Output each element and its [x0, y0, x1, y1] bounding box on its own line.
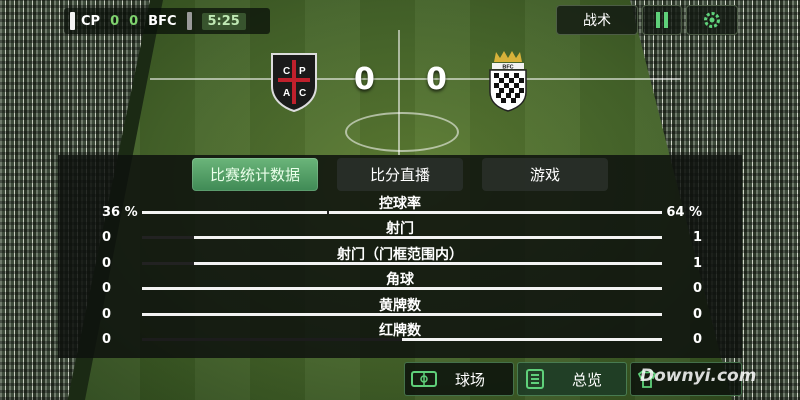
- home-color-bar: [70, 12, 75, 30]
- mini-scoreboard: CP 0 0 BFC 5:25: [64, 8, 270, 34]
- tab-match-stats[interactable]: 比赛统计数据: [192, 158, 318, 191]
- stat-row: 红牌数 0 0: [58, 323, 742, 349]
- tab-live-score[interactable]: 比分直播: [337, 158, 463, 191]
- pause-button[interactable]: [642, 5, 682, 35]
- list-icon: [526, 369, 544, 389]
- crest-letter: P: [299, 66, 306, 77]
- tactics-button[interactable]: 战术: [556, 5, 638, 35]
- crest-letter: C: [299, 88, 306, 99]
- home-crest: C P A C: [270, 52, 318, 113]
- stat-label: 控球率: [379, 196, 421, 212]
- stat-home-value: 0: [102, 332, 112, 347]
- pause-icon: [656, 12, 668, 28]
- settings-button[interactable]: [686, 5, 738, 35]
- home-score: 0: [354, 62, 375, 97]
- match-stats-panel: 比赛统计数据 比分直播 游戏 控球率 36 % 64 % 射门 0 1 射门（门框范围内） 0…: [58, 155, 742, 358]
- pitch-icon: [411, 371, 437, 387]
- away-color-bar: [186, 12, 192, 30]
- stat-label: 射门: [386, 221, 414, 238]
- crest-letter: C: [283, 66, 290, 77]
- stat-label: 角球: [386, 272, 414, 289]
- away-goals: 0: [129, 13, 139, 29]
- pitch-view-label: 球场: [455, 370, 486, 389]
- stat-label: 射门（门框范围内）: [337, 246, 463, 263]
- watermark: Downyi.com: [640, 366, 757, 386]
- overview-label: 总览: [572, 370, 603, 389]
- tab-label: 游戏: [529, 166, 560, 184]
- stat-away-value: 0: [692, 332, 702, 347]
- overview-button[interactable]: 总览: [517, 362, 627, 396]
- tab-label: 比赛统计数据: [209, 166, 300, 184]
- pitch-line: [150, 78, 680, 80]
- tab-label: 比分直播: [369, 166, 430, 184]
- tactics-label: 战术: [583, 13, 611, 29]
- home-goals: 0: [110, 13, 120, 29]
- tab-game[interactable]: 游戏: [482, 158, 608, 191]
- away-crest: BFC: [484, 48, 532, 114]
- stat-label: 红牌数: [379, 323, 421, 339]
- stat-label: 黄牌数: [379, 297, 421, 314]
- match-clock: 5:25: [201, 12, 246, 30]
- home-team-abbr: CP: [81, 13, 101, 29]
- crest-letter: A: [283, 88, 290, 99]
- gear-icon: [704, 12, 720, 28]
- away-team-abbr: BFC: [148, 13, 177, 29]
- away-score: 0: [426, 62, 447, 97]
- pitch-view-button[interactable]: 球场: [404, 362, 514, 396]
- center-circle: [345, 112, 459, 152]
